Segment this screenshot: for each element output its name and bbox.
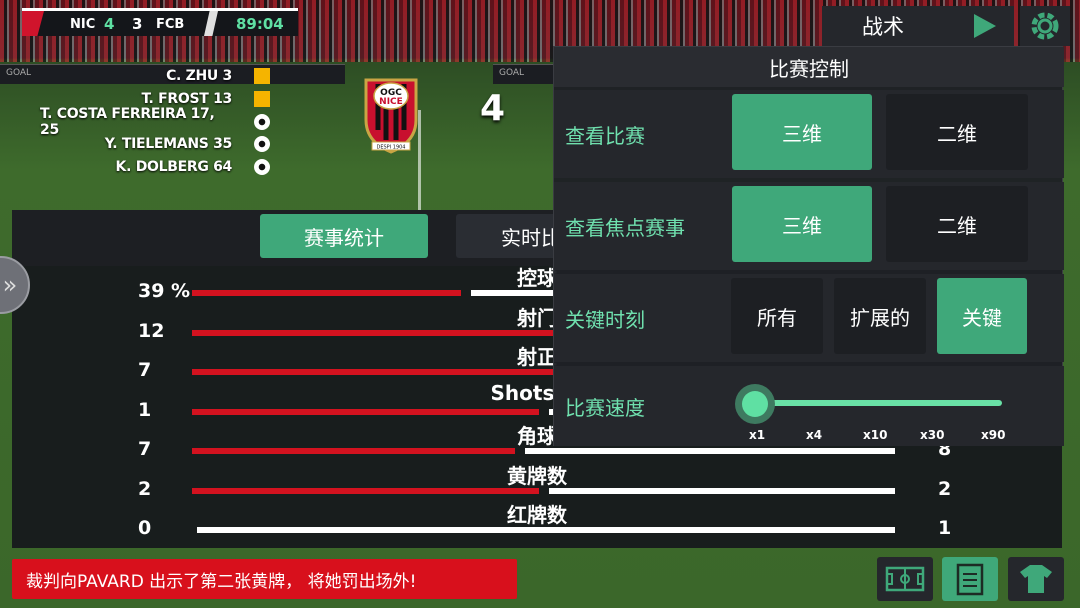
match-speed-label: 比赛速度 [565, 395, 645, 420]
yellow-card-icon [254, 68, 270, 84]
home-team: NIC [70, 17, 96, 32]
key-moments-extended-option[interactable]: 扩展的 [834, 278, 926, 354]
match-control-title: 比赛控制 [554, 47, 1064, 87]
event-line: T. COSTA FERREIRA 17, 25 [40, 106, 215, 138]
stat-away-value: 2 [938, 477, 952, 500]
speed-tick[interactable]: x10 [863, 428, 887, 442]
away-team: FCB [156, 17, 185, 32]
stat-away-bar [548, 487, 895, 494]
tactics-button[interactable]: 战术 [822, 6, 1014, 46]
stat-away-value: 1 [938, 517, 952, 539]
key-moments-row: 关键时刻 所有 扩展的 关键 [554, 274, 1064, 362]
club-crest-icon: OGC NICE DESPI 1904 [364, 78, 418, 154]
key-moments-label: 关键时刻 [565, 307, 645, 332]
pitch-view-button[interactable] [877, 557, 933, 601]
settings-button[interactable] [1020, 6, 1070, 46]
match-speed-row: 比赛速度 x1 x4 x10 x30 x90 [554, 366, 1064, 446]
view-match-2d-option[interactable]: 二维 [886, 94, 1028, 170]
red-card-notification: 裁判向PAVARD 出示了第二张黄牌， 将她罚出场外! [12, 559, 517, 599]
double-chevron-icon: » [2, 271, 18, 299]
gear-icon [1031, 12, 1059, 40]
speed-tick[interactable]: x4 [806, 428, 822, 442]
stat-row: 红牌数 0 1 [12, 503, 1062, 543]
stat-home-value: 2 [138, 477, 152, 500]
scoreboard: NIC 4 3 FCB 89:04 [22, 8, 298, 36]
stat-home-bar [192, 369, 566, 375]
ad-board-text: GOAL [6, 68, 32, 78]
stat-home-bar [192, 487, 539, 494]
speed-slider-handle[interactable] [735, 384, 775, 424]
match-clock: 89:04 [236, 15, 284, 33]
key-moments-key-option[interactable]: 关键 [937, 278, 1027, 354]
event-line: K. DOLBERG 64 [115, 159, 233, 175]
goal-ball-icon [254, 114, 270, 130]
clipboard-icon [956, 563, 984, 596]
view-focus-label: 查看焦点赛事 [565, 215, 685, 240]
view-match-3d-option[interactable]: 三维 [732, 94, 872, 170]
scoreboard-divider [204, 11, 218, 36]
stat-title: 黄牌数 [507, 463, 567, 488]
tab-match-stats[interactable]: 赛事统计 [260, 214, 428, 258]
speed-slider-track[interactable] [752, 400, 1002, 406]
home-score: 4 [104, 15, 115, 33]
stat-title: 红牌数 [507, 503, 567, 527]
event-line: Y. TIELEMANS 35 [104, 136, 233, 152]
tactics-label: 战术 [862, 15, 904, 39]
goal-count: 4 [480, 88, 506, 129]
stat-home-bar [192, 408, 539, 415]
crest-text: DESPI 1904 [377, 145, 406, 151]
shirt-icon [1020, 565, 1052, 593]
stats-view-button[interactable] [942, 557, 998, 601]
stat-home-value: 12 [138, 319, 165, 342]
yellow-card-icon [254, 91, 270, 107]
crest-text: NICE [379, 97, 403, 107]
stat-home-value: 1 [138, 398, 152, 421]
view-focus-row: 查看焦点赛事 三维 二维 [554, 182, 1064, 270]
view-focus-2d-option[interactable]: 二维 [886, 186, 1028, 262]
stat-home-bar [192, 290, 462, 296]
event-line: C. ZHU 3 [166, 68, 232, 84]
stat-away-bar [525, 448, 895, 454]
ad-board-text: GOAL [499, 68, 525, 78]
stat-away-bar [197, 527, 895, 533]
goal-ball-icon [254, 136, 270, 152]
goal-ball-icon [254, 159, 270, 175]
speed-tick[interactable]: x30 [920, 428, 944, 442]
speed-tick[interactable]: x90 [981, 428, 1005, 442]
view-match-label: 查看比赛 [565, 123, 645, 148]
key-moments-all-option[interactable]: 所有 [731, 278, 823, 354]
team-color-accent [22, 11, 44, 36]
stat-home-value: 0 [138, 517, 152, 539]
stat-row: 黄牌数 2 2 [12, 464, 1062, 504]
play-icon [974, 14, 996, 38]
stat-home-bar [192, 448, 516, 454]
squad-button[interactable] [1008, 557, 1064, 601]
speed-tick[interactable]: x1 [749, 428, 765, 442]
away-score: 3 [132, 15, 143, 33]
pitch-icon [885, 566, 925, 592]
view-focus-3d-option[interactable]: 三维 [732, 186, 872, 262]
stat-home-value: 7 [138, 359, 152, 381]
view-match-row: 查看比赛 三维 二维 [554, 90, 1064, 178]
stat-home-value: 7 [138, 438, 152, 460]
match-control-panel: 比赛控制 查看比赛 三维 二维 查看焦点赛事 三维 二维 关键时刻 所有 扩展的… [553, 46, 1064, 446]
ad-board-mid: GOAL [493, 64, 553, 84]
stat-home-value: 39 % [138, 280, 191, 302]
